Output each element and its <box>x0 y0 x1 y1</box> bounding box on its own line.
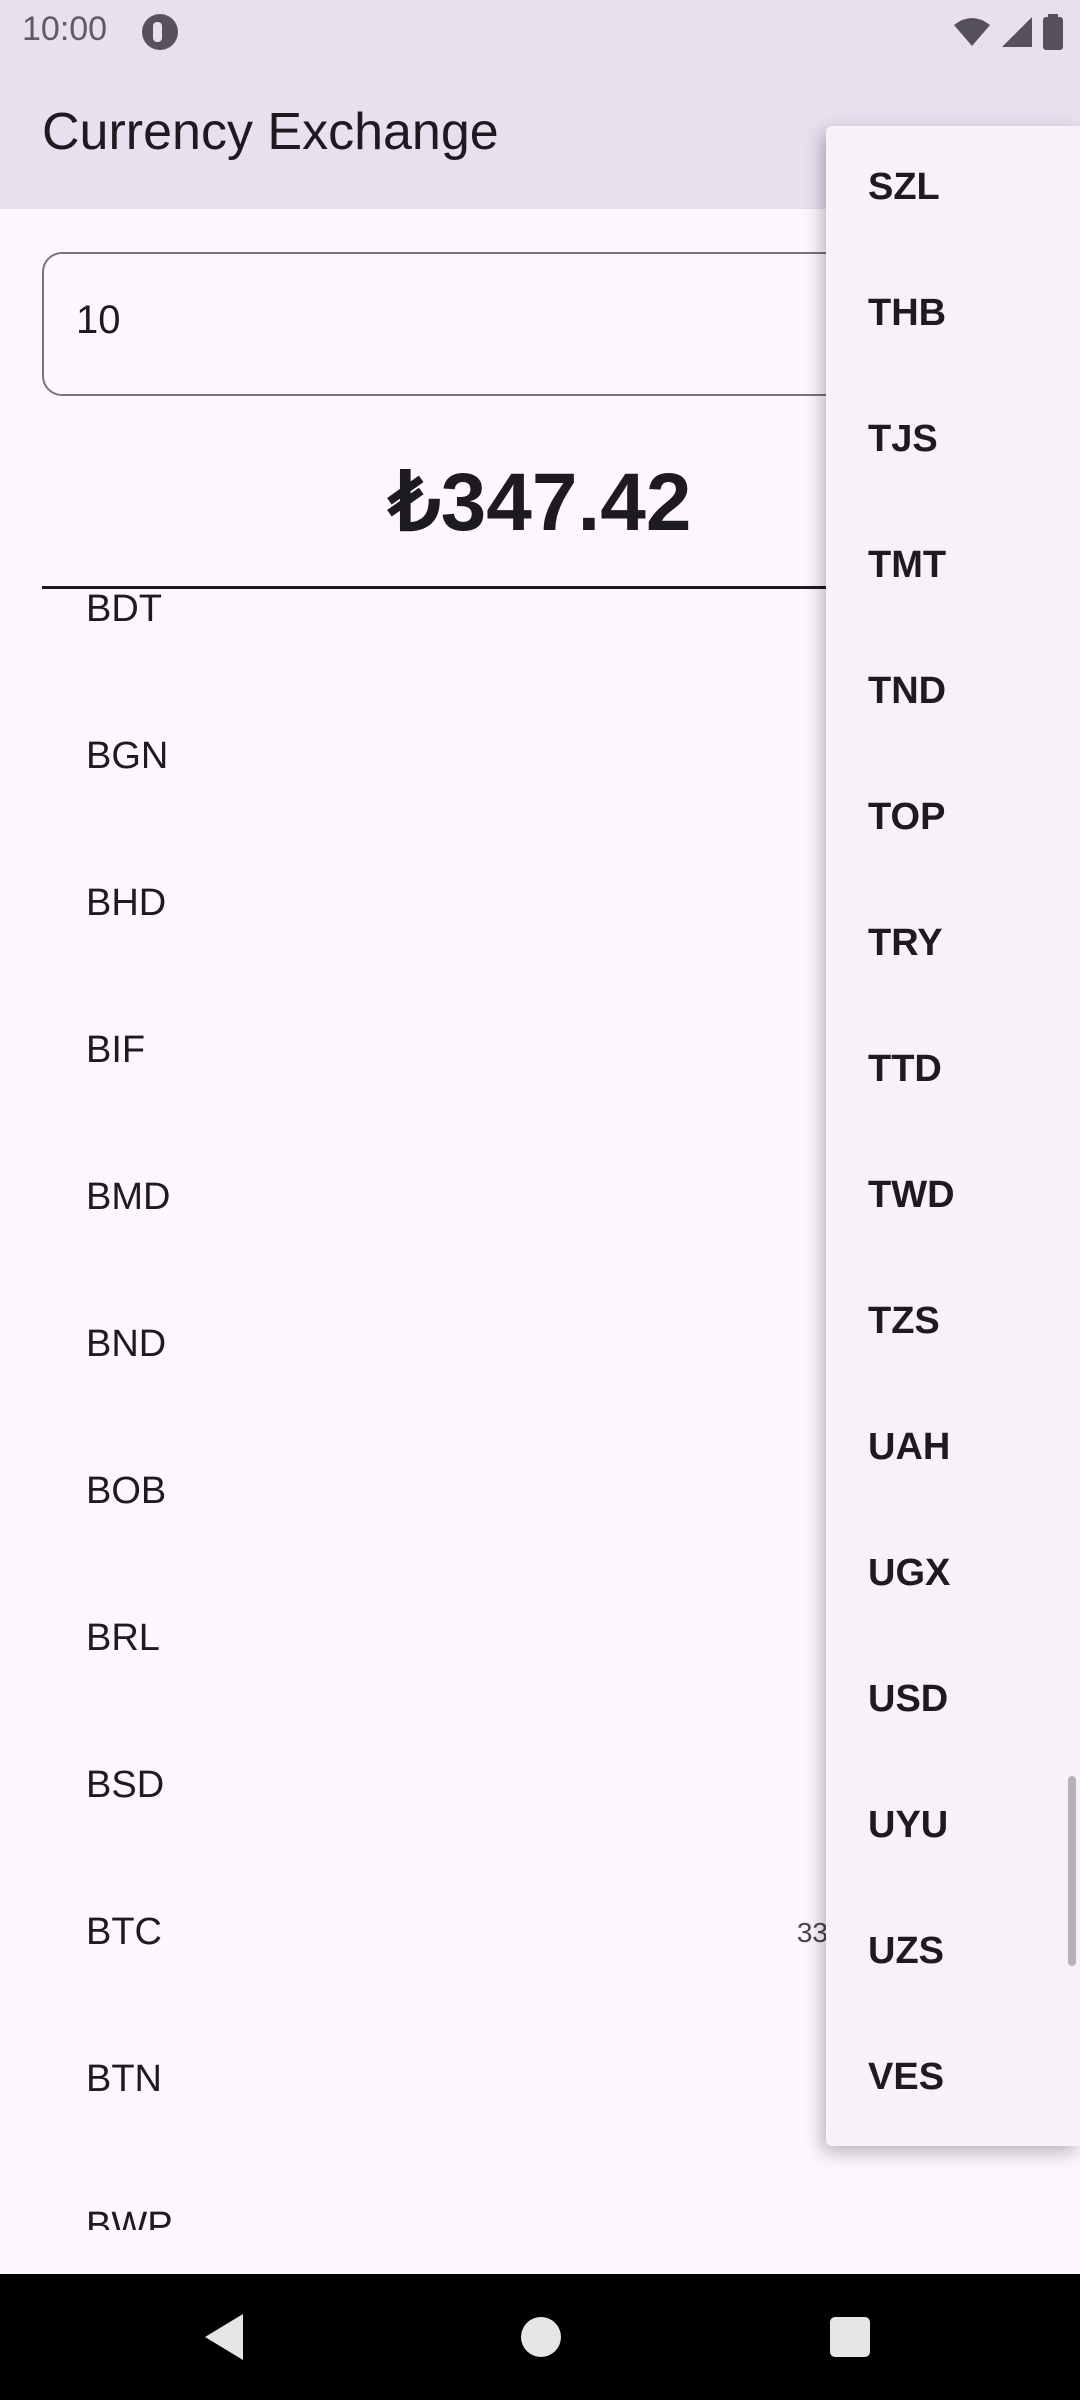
dropdown-item-label: TND <box>868 670 947 712</box>
currency-code: BND <box>86 1323 167 1365</box>
dropdown-item-tzs[interactable]: TZS <box>826 1260 1080 1386</box>
currency-code: BIF <box>86 1029 146 1071</box>
wifi-icon <box>954 18 990 46</box>
amount-input-value: 10 <box>76 298 121 342</box>
dropdown-item-ttd[interactable]: TTD <box>826 1008 1080 1134</box>
dropdown-item-label: TWD <box>868 1174 955 1216</box>
dropdown-item-label: UYU <box>868 1804 949 1846</box>
dropdown-item-label: TZS <box>868 1300 940 1342</box>
app-notification-icon <box>142 14 178 50</box>
dropdown-scrollbar[interactable] <box>1068 1776 1076 1966</box>
currency-code: BTN <box>86 2058 162 2100</box>
dropdown-item-label: TTD <box>868 1048 942 1090</box>
system-nav-bar <box>0 2274 1080 2400</box>
app-title: Currency Exchange <box>42 103 499 161</box>
dropdown-item-label: SZL <box>868 166 940 208</box>
dropdown-item-label: UZS <box>868 1930 944 1972</box>
dropdown-item-label: TOP <box>868 796 946 838</box>
recents-icon[interactable] <box>830 2317 870 2357</box>
currency-list-item[interactable]: BWP <box>0 2157 1080 2230</box>
app-root: 10:00 Currency Exchange 10 ₺347.42 BDT B… <box>0 0 1080 2400</box>
currency-code: BOB <box>86 1470 167 1512</box>
back-icon[interactable] <box>205 2314 243 2360</box>
dropdown-item-label: THB <box>868 292 947 334</box>
dropdown-item-try[interactable]: TRY <box>826 882 1080 1008</box>
currency-code: BTC <box>86 1911 162 1953</box>
dropdown-item-label: UAH <box>868 1426 951 1468</box>
dropdown-item-label: TJS <box>868 418 938 460</box>
battery-icon <box>1043 14 1063 50</box>
signal-icon <box>1002 17 1032 47</box>
dropdown-item-tmt[interactable]: TMT <box>826 504 1080 630</box>
dropdown-item-usd[interactable]: USD <box>826 1638 1080 1764</box>
dropdown-item-ves[interactable]: VES <box>826 2016 1080 2142</box>
dropdown-item-uah[interactable]: UAH <box>826 1386 1080 1512</box>
currency-code: BSD <box>86 1764 165 1806</box>
currency-code: BHD <box>86 882 167 924</box>
status-bar: 10:00 <box>0 0 1080 64</box>
currency-code: BWP <box>86 2205 173 2230</box>
dropdown-item-label: TMT <box>868 544 947 586</box>
dropdown-item-label: UGX <box>868 1552 951 1594</box>
currency-dropdown-menu[interactable]: SZL THB TJS TMT TND TOP TRY TTD TWD TZS <box>826 126 1080 2146</box>
status-time: 10:00 <box>22 10 108 48</box>
dropdown-item-ugx[interactable]: UGX <box>826 1512 1080 1638</box>
dropdown-item-uzs[interactable]: UZS <box>826 1890 1080 2016</box>
currency-code: BGN <box>86 735 169 777</box>
dropdown-item-uyu[interactable]: UYU <box>826 1764 1080 1890</box>
dropdown-item-label: VES <box>868 2056 945 2098</box>
dropdown-item-twd[interactable]: TWD <box>826 1134 1080 1260</box>
dropdown-item-tjs[interactable]: TJS <box>826 378 1080 504</box>
home-icon[interactable] <box>521 2317 561 2357</box>
currency-code: BRL <box>86 1617 160 1659</box>
dropdown-item-top[interactable]: TOP <box>826 756 1080 882</box>
currency-code: BDT <box>86 590 162 630</box>
dropdown-item-label: TRY <box>868 922 943 964</box>
dropdown-item-label: USD <box>868 1678 949 1720</box>
currency-code: BMD <box>86 1176 171 1218</box>
dropdown-item-thb[interactable]: THB <box>826 252 1080 378</box>
currency-value: 33 <box>796 1917 828 1948</box>
status-icons <box>952 12 1064 52</box>
dropdown-item-szl[interactable]: SZL <box>826 126 1080 252</box>
dropdown-item-tnd[interactable]: TND <box>826 630 1080 756</box>
